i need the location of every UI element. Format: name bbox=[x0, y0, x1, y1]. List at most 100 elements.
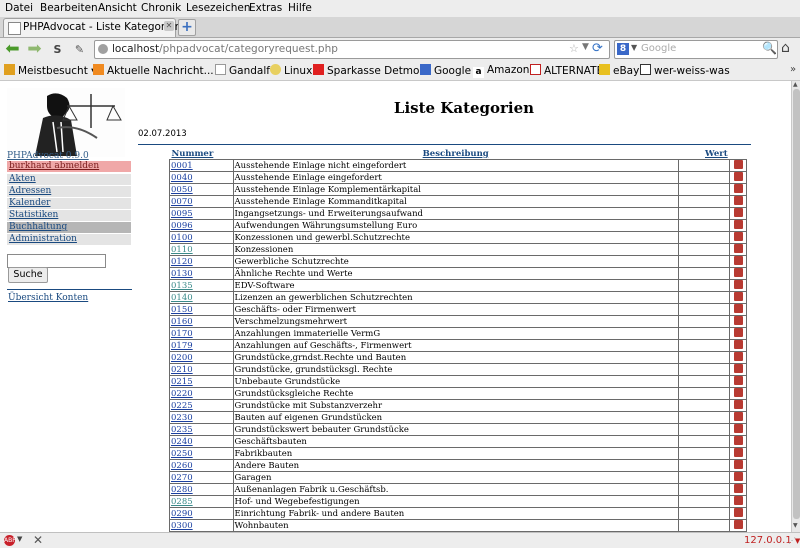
category-number-link[interactable]: 0300 bbox=[171, 521, 193, 531]
nav-logout[interactable]: burkhard abmelden bbox=[7, 161, 131, 172]
chevron-down-icon[interactable]: ▼ bbox=[17, 535, 22, 543]
scroll-down-arrow-icon[interactable]: ▼ bbox=[793, 522, 798, 529]
nav-akten-label[interactable]: Akten bbox=[9, 174, 36, 184]
category-number-link[interactable]: 0280 bbox=[171, 485, 193, 495]
search-button[interactable]: Suche bbox=[8, 267, 48, 283]
category-number-link[interactable]: 0270 bbox=[171, 473, 193, 483]
category-number-link[interactable]: 0260 bbox=[171, 461, 193, 471]
search-icon[interactable]: 🔍 bbox=[762, 41, 777, 55]
nav-administration-label[interactable]: Administration bbox=[9, 234, 77, 244]
bookmark-google[interactable]: Google bbox=[420, 64, 471, 77]
category-number-link[interactable]: 0240 bbox=[171, 437, 193, 447]
bookmark-sparkasse[interactable]: Sparkasse Detmold bbox=[313, 64, 429, 77]
nav-statistiken[interactable]: Statistiken bbox=[7, 210, 131, 221]
menu-bearbeiten[interactable]: Bearbeiten bbox=[40, 2, 98, 14]
category-number-link[interactable]: 0050 bbox=[171, 185, 193, 195]
category-number-link[interactable]: 0096 bbox=[171, 221, 193, 231]
trash-icon[interactable] bbox=[733, 220, 743, 229]
google-icon[interactable]: 8 bbox=[617, 43, 629, 55]
chevron-right-icon[interactable]: » bbox=[790, 64, 796, 75]
category-number-link[interactable]: 0290 bbox=[171, 509, 193, 519]
trash-icon[interactable] bbox=[733, 280, 743, 289]
category-number-link[interactable]: 0095 bbox=[171, 209, 193, 219]
trash-icon[interactable] bbox=[733, 196, 743, 205]
trash-icon[interactable] bbox=[733, 364, 743, 373]
category-number-link[interactable]: 0120 bbox=[171, 257, 193, 267]
nav-adressen[interactable]: Adressen bbox=[7, 186, 131, 197]
trash-icon[interactable] bbox=[733, 436, 743, 445]
trash-icon[interactable] bbox=[733, 184, 743, 193]
bookmark-alternate[interactable]: ALTERNATE bbox=[530, 64, 603, 77]
bookmark-gandalf[interactable]: Gandalf bbox=[215, 64, 270, 77]
nav-administration[interactable]: Administration bbox=[7, 234, 131, 245]
menu-hilfe[interactable]: Hilfe bbox=[288, 2, 312, 14]
search-input[interactable]: Google bbox=[641, 43, 676, 54]
trash-icon[interactable] bbox=[733, 328, 743, 337]
trash-icon[interactable] bbox=[733, 268, 743, 277]
trash-icon[interactable] bbox=[733, 208, 743, 217]
trash-icon[interactable] bbox=[733, 160, 743, 169]
reload-arrow-icon[interactable]: ⟳ bbox=[592, 41, 603, 56]
category-number-link[interactable]: 0179 bbox=[171, 341, 193, 351]
nav-statistiken-label[interactable]: Statistiken bbox=[9, 210, 58, 220]
category-number-link[interactable]: 0215 bbox=[171, 377, 193, 387]
chevron-down-icon[interactable]: ▼ bbox=[631, 43, 637, 52]
scroll-up-arrow-icon[interactable]: ▲ bbox=[793, 81, 798, 88]
category-number-link[interactable]: 0140 bbox=[171, 293, 193, 303]
trash-icon[interactable] bbox=[733, 340, 743, 349]
close-icon[interactable]: ✕ bbox=[33, 533, 43, 547]
trash-icon[interactable] bbox=[733, 304, 743, 313]
trash-icon[interactable] bbox=[733, 172, 743, 181]
nav-kalender-label[interactable]: Kalender bbox=[9, 198, 50, 208]
column-header-nummer[interactable]: Nummer bbox=[169, 148, 234, 160]
category-number-link[interactable]: 0001 bbox=[171, 161, 193, 171]
reload-icon[interactable]: S bbox=[49, 41, 66, 58]
menu-lesezeichen[interactable]: Lesezeichen bbox=[186, 2, 251, 14]
resize-grip-icon[interactable]: ⋰ bbox=[788, 536, 798, 546]
chevron-down-icon[interactable]: ▼ bbox=[582, 42, 589, 52]
column-header-beschreibung[interactable]: Beschreibung bbox=[233, 148, 679, 160]
search-bar[interactable]: 8 ▼ Google 🔍 bbox=[614, 40, 778, 59]
nav-adressen-label[interactable]: Adressen bbox=[9, 186, 51, 196]
bookmark-amazon[interactable]: a Amazon bbox=[473, 64, 529, 78]
konten-overview-link[interactable]: Übersicht Konten bbox=[8, 293, 88, 303]
bookmark-linux[interactable]: Linux bbox=[270, 64, 312, 77]
trash-icon[interactable] bbox=[733, 256, 743, 265]
url-bar[interactable]: localhost/phpadvocat/categoryrequest.php… bbox=[94, 40, 610, 59]
category-number-link[interactable]: 0150 bbox=[171, 305, 193, 315]
adblock-icon[interactable]: ABP bbox=[4, 535, 16, 546]
trash-icon[interactable] bbox=[733, 388, 743, 397]
tab-phpadvocat[interactable]: PHPAdvocat - Liste Kategorien ✕ bbox=[3, 18, 181, 37]
category-number-link[interactable]: 0130 bbox=[171, 269, 193, 279]
trash-icon[interactable] bbox=[733, 508, 743, 517]
bookmark-meistbesucht[interactable]: Meistbesucht ▾ bbox=[4, 64, 96, 77]
url-text[interactable]: localhost/phpadvocat/categoryrequest.php bbox=[112, 43, 338, 55]
menu-chronik[interactable]: Chronik bbox=[141, 2, 181, 14]
category-number-link[interactable]: 0160 bbox=[171, 317, 193, 327]
category-number-link[interactable]: 0235 bbox=[171, 425, 193, 435]
nav-akten[interactable]: Akten bbox=[7, 174, 131, 185]
bookmark-wer-weiss-was[interactable]: wer-weiss-was bbox=[640, 64, 730, 77]
vertical-scrollbar[interactable]: ▲ ▼ bbox=[791, 81, 800, 532]
trash-icon[interactable] bbox=[733, 352, 743, 361]
scrollbar-thumb[interactable] bbox=[793, 89, 800, 519]
trash-icon[interactable] bbox=[733, 316, 743, 325]
category-number-link[interactable]: 0285 bbox=[171, 497, 193, 507]
trash-icon[interactable] bbox=[733, 424, 743, 433]
category-number-link[interactable]: 0250 bbox=[171, 449, 193, 459]
nav-buchhaltung[interactable]: Buchhaltung bbox=[7, 222, 131, 233]
category-number-link[interactable]: 0110 bbox=[171, 245, 193, 255]
category-number-link[interactable]: 0100 bbox=[171, 233, 193, 243]
column-header-wert[interactable]: Wert bbox=[678, 148, 730, 160]
trash-icon[interactable] bbox=[733, 484, 743, 493]
category-number-link[interactable]: 0225 bbox=[171, 401, 193, 411]
category-number-link[interactable]: 0220 bbox=[171, 389, 193, 399]
trash-icon[interactable] bbox=[733, 412, 743, 421]
menu-ansicht[interactable]: Ansicht bbox=[98, 2, 137, 14]
home-icon[interactable]: ⌂ bbox=[781, 40, 790, 56]
back-arrow-icon[interactable]: ⬅ bbox=[4, 41, 21, 58]
version-link[interactable]: PHPAdvocat 0.9.0 bbox=[7, 151, 89, 161]
nav-kalender[interactable]: Kalender bbox=[7, 198, 131, 209]
bookmark-star-icon[interactable]: ☆ bbox=[569, 42, 579, 55]
trash-icon[interactable] bbox=[733, 472, 743, 481]
